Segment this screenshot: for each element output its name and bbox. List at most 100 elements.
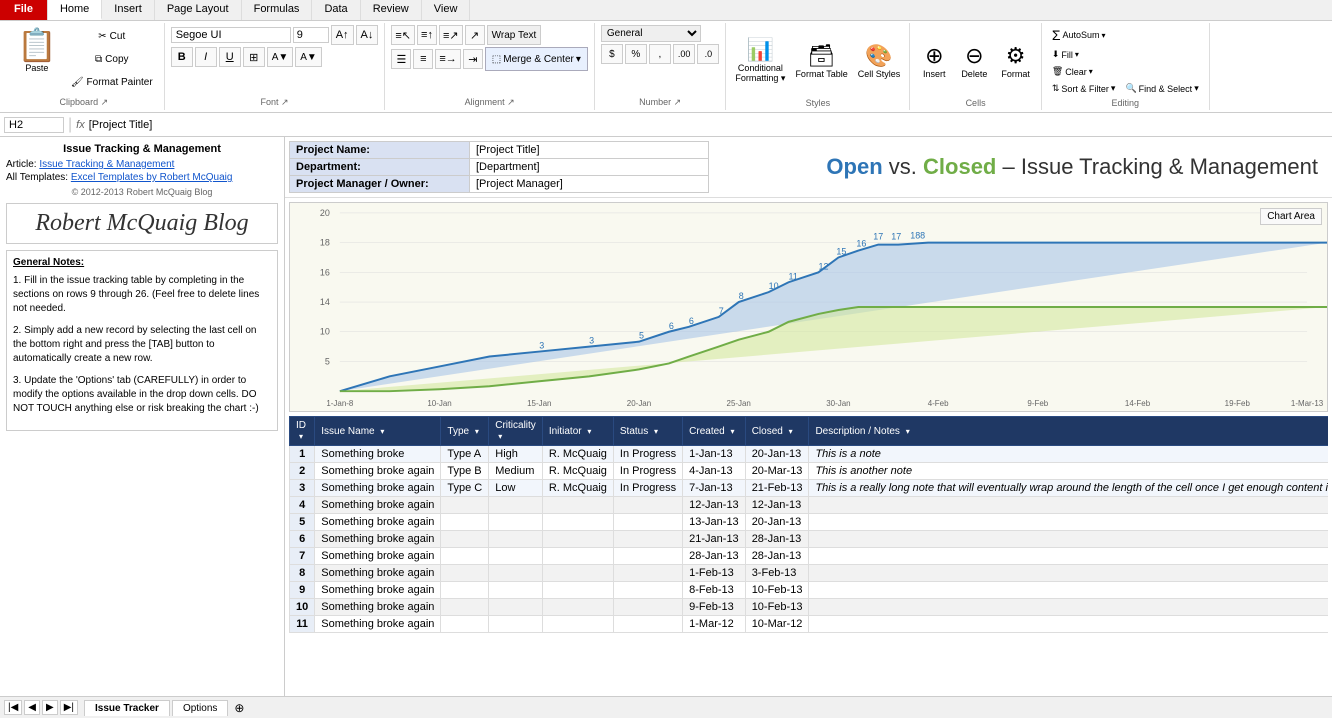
table-cell[interactable]: 4-Jan-13 <box>683 463 746 480</box>
decrease-decimal-button[interactable]: .0 <box>697 44 719 64</box>
table-cell[interactable]: R. McQuaig <box>542 480 613 497</box>
table-cell[interactable] <box>542 514 613 531</box>
table-cell[interactable]: Something broke again <box>315 616 441 633</box>
table-cell[interactable] <box>542 616 613 633</box>
table-cell[interactable]: 7 <box>290 548 315 565</box>
table-cell[interactable] <box>489 531 543 548</box>
bold-button[interactable]: B <box>171 47 193 67</box>
table-cell[interactable]: 4 <box>290 497 315 514</box>
table-cell[interactable]: Low <box>489 480 543 497</box>
table-cell[interactable]: High <box>489 446 543 463</box>
table-cell[interactable] <box>441 514 489 531</box>
tab-view[interactable]: View <box>422 0 471 20</box>
table-cell[interactable]: This is a really long note that will eve… <box>809 480 1328 497</box>
number-format-select[interactable]: General <box>601 25 701 42</box>
table-cell[interactable]: 1-Mar-12 <box>683 616 746 633</box>
conditional-formatting-button[interactable]: 📊 ConditionalFormatting ▾ <box>732 34 788 87</box>
table-cell[interactable] <box>809 582 1328 599</box>
table-cell[interactable]: 10-Mar-12 <box>745 616 809 633</box>
table-cell[interactable] <box>542 548 613 565</box>
font-size-input[interactable] <box>293 27 329 43</box>
department-value[interactable]: [Department] <box>470 159 709 176</box>
align-left-button[interactable]: ☰ <box>391 49 411 69</box>
table-cell[interactable] <box>809 616 1328 633</box>
sheet-nav-prev[interactable]: ◀ <box>24 700 40 715</box>
format-as-table-button[interactable]: 🗃 Format Table <box>792 40 850 82</box>
indent-button[interactable]: ⇥ <box>463 49 483 69</box>
sheet-nav-last[interactable]: ▶| <box>60 700 78 715</box>
col-header-created[interactable]: Created ▾ <box>683 417 746 446</box>
table-cell[interactable] <box>613 616 682 633</box>
table-cell[interactable]: 10-Feb-13 <box>745 599 809 616</box>
col-header-initiator[interactable]: Initiator ▾ <box>542 417 613 446</box>
paste-button[interactable]: 📋 Paste <box>10 25 64 76</box>
tab-file[interactable]: File <box>0 0 48 20</box>
sort-filter-button[interactable]: ⇅ Sort & Filter ▾ <box>1048 81 1120 96</box>
table-cell[interactable]: 1-Jan-13 <box>683 446 746 463</box>
col-header-status[interactable]: Status ▾ <box>613 417 682 446</box>
table-cell[interactable] <box>613 548 682 565</box>
manager-value[interactable]: [Project Manager] <box>470 176 709 193</box>
table-cell[interactable]: 20-Mar-13 <box>745 463 809 480</box>
table-cell[interactable] <box>542 497 613 514</box>
col-header-closed[interactable]: Closed ▾ <box>745 417 809 446</box>
table-cell[interactable]: 10-Feb-13 <box>745 582 809 599</box>
sheet-tab-issue-tracker[interactable]: Issue Tracker <box>84 700 170 716</box>
table-cell[interactable] <box>809 599 1328 616</box>
table-cell[interactable]: In Progress <box>613 446 682 463</box>
table-cell[interactable]: Something broke <box>315 446 441 463</box>
table-cell[interactable] <box>809 514 1328 531</box>
cut-button[interactable]: ✂ Cut <box>66 25 158 47</box>
table-cell[interactable]: 21-Feb-13 <box>745 480 809 497</box>
align-center-button[interactable]: ≡ <box>413 49 433 69</box>
table-cell[interactable]: 20-Jan-13 <box>745 446 809 463</box>
table-cell[interactable]: R. McQuaig <box>542 463 613 480</box>
table-cell[interactable]: Something broke again <box>315 497 441 514</box>
increase-font-button[interactable]: A↑ <box>331 25 354 45</box>
table-cell[interactable]: Type C <box>441 480 489 497</box>
fill-color-button[interactable]: A▼ <box>267 47 294 67</box>
table-cell[interactable] <box>542 565 613 582</box>
table-cell[interactable]: 11 <box>290 616 315 633</box>
table-cell[interactable] <box>441 599 489 616</box>
table-cell[interactable]: 8-Feb-13 <box>683 582 746 599</box>
table-cell[interactable]: 6 <box>290 531 315 548</box>
col-header-criticality[interactable]: Criticality ▾ <box>489 417 543 446</box>
table-cell[interactable]: 3 <box>290 480 315 497</box>
table-cell[interactable]: Something broke again <box>315 480 441 497</box>
table-cell[interactable] <box>809 565 1328 582</box>
templates-link[interactable]: Excel Templates by Robert McQuaig <box>71 172 233 183</box>
format-button[interactable]: ⚙ Format <box>996 40 1035 82</box>
sheet-tab-options[interactable]: Options <box>172 700 228 716</box>
table-cell[interactable] <box>613 565 682 582</box>
table-cell[interactable] <box>489 497 543 514</box>
tab-data[interactable]: Data <box>312 0 360 20</box>
decrease-font-button[interactable]: A↓ <box>356 25 379 45</box>
table-cell[interactable]: 21-Jan-13 <box>683 531 746 548</box>
table-cell[interactable] <box>489 565 543 582</box>
col-header-id[interactable]: ID ▾ <box>290 417 315 446</box>
table-cell[interactable]: 13-Jan-13 <box>683 514 746 531</box>
table-cell[interactable]: 3-Feb-13 <box>745 565 809 582</box>
table-cell[interactable]: 9-Feb-13 <box>683 599 746 616</box>
col-header-type[interactable]: Type ▾ <box>441 417 489 446</box>
table-cell[interactable]: This is a note <box>809 446 1328 463</box>
table-cell[interactable] <box>542 531 613 548</box>
find-select-button[interactable]: 🔍 Find & Select ▾ <box>1121 81 1202 96</box>
italic-button[interactable]: I <box>195 47 217 67</box>
table-cell[interactable] <box>489 599 543 616</box>
table-cell[interactable] <box>809 531 1328 548</box>
table-cell[interactable]: 28-Jan-13 <box>745 531 809 548</box>
borders-button[interactable]: ⊞ <box>243 47 265 67</box>
table-cell[interactable] <box>542 582 613 599</box>
delete-button[interactable]: ⊖ Delete <box>956 40 992 82</box>
tab-review[interactable]: Review <box>361 0 422 20</box>
table-cell[interactable]: In Progress <box>613 463 682 480</box>
copy-button[interactable]: ⧉ Copy <box>66 48 158 70</box>
table-cell[interactable]: R. McQuaig <box>542 446 613 463</box>
table-cell[interactable]: 12-Jan-13 <box>745 497 809 514</box>
currency-button[interactable]: $ <box>601 44 623 64</box>
table-cell[interactable] <box>613 531 682 548</box>
cell-styles-button[interactable]: 🎨 Cell Styles <box>855 40 904 82</box>
table-cell[interactable] <box>441 616 489 633</box>
